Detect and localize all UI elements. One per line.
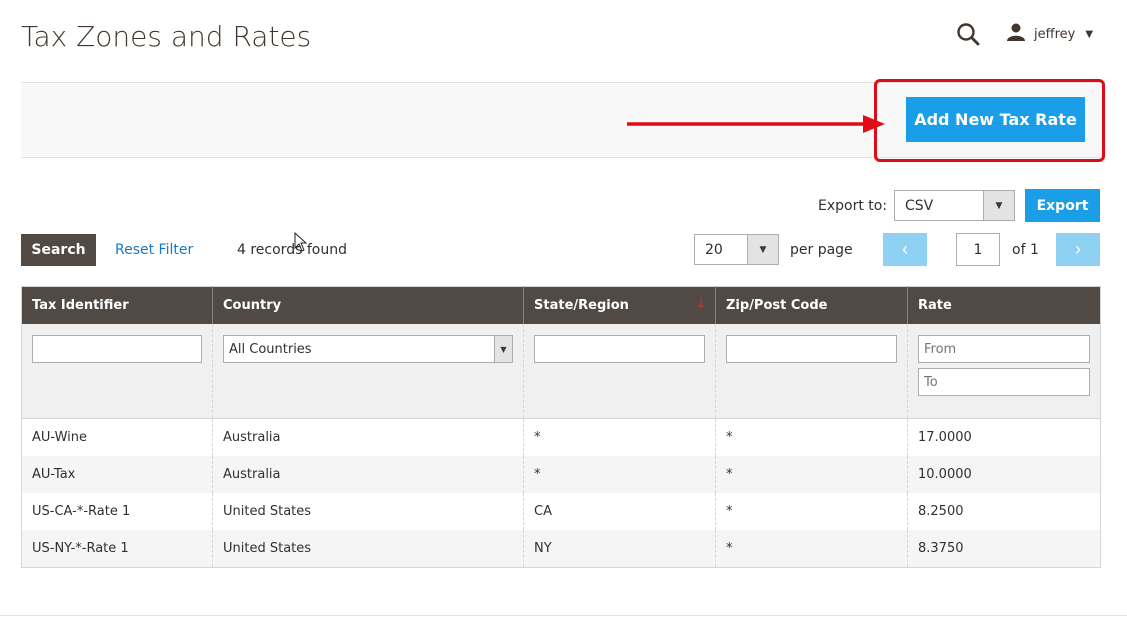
table-cell: * xyxy=(715,530,908,568)
table-row[interactable]: US-CA-*-Rate 1 United States CA * 8.2500 xyxy=(22,493,1101,530)
zip-post-code-filter-input[interactable] xyxy=(726,335,897,363)
chevron-left-icon: ‹ xyxy=(902,239,908,259)
country-filter-value: All Countries xyxy=(229,341,312,357)
user-menu[interactable]: jeffrey ▼ xyxy=(1006,22,1093,46)
username: jeffrey xyxy=(1034,26,1076,42)
table-cell: United States xyxy=(212,530,524,568)
table-cell: * xyxy=(523,418,716,456)
table-cell: 10.0000 xyxy=(907,456,1101,493)
chevron-down-icon: ▼ xyxy=(983,191,1014,220)
table-cell: US-CA-*-Rate 1 xyxy=(32,504,131,519)
grid-header-row: Tax Identifier Country State/Region ↓ Zip… xyxy=(21,286,1101,324)
export-format-select[interactable]: CSV ▼ xyxy=(894,190,1015,221)
country-filter-select[interactable]: All Countries ▼ xyxy=(223,335,513,363)
per-page-value: 20 xyxy=(705,241,723,258)
table-cell: NY xyxy=(523,530,716,568)
table-cell: * xyxy=(715,418,908,456)
chevron-right-icon: › xyxy=(1075,239,1081,259)
add-new-tax-rate-button[interactable]: Add New Tax Rate xyxy=(906,97,1085,142)
table-cell: * xyxy=(523,456,716,493)
export-format-value: CSV xyxy=(905,197,934,214)
next-page-button[interactable]: › xyxy=(1056,233,1100,266)
export-label: Export to: xyxy=(818,198,888,214)
rate-from-input[interactable] xyxy=(918,335,1090,363)
annotation-arrow xyxy=(627,114,889,138)
footer-divider xyxy=(0,615,1127,616)
search-button[interactable]: Search xyxy=(21,234,96,266)
per-page-label: per page xyxy=(790,242,853,258)
rate-to-input[interactable] xyxy=(918,368,1090,396)
table-cell: United States xyxy=(212,493,524,530)
table-cell: CA xyxy=(523,493,716,530)
table-row[interactable]: US-NY-*-Rate 1 United States NY * 8.3750 xyxy=(21,530,1101,568)
table-cell: AU-Wine xyxy=(32,430,87,445)
search-icon[interactable] xyxy=(956,22,982,48)
table-row[interactable]: AU-Tax Australia * * 10.0000 xyxy=(21,456,1101,493)
tax-rates-grid: Tax Identifier Country State/Region ↓ Zip… xyxy=(21,286,1101,568)
user-icon xyxy=(1006,22,1026,46)
filter-row: All Countries ▼ xyxy=(21,324,1101,419)
column-header-tax-identifier[interactable]: Tax Identifier xyxy=(21,286,213,324)
filter-cell xyxy=(523,324,716,419)
filter-cell xyxy=(715,324,908,419)
table-cell: 8.3750 xyxy=(907,530,1101,568)
page-number-input[interactable] xyxy=(956,233,1000,266)
chevron-down-icon: ▼ xyxy=(1085,28,1094,40)
tax-identifier-filter-input[interactable] xyxy=(32,335,202,363)
chevron-down-icon: ▼ xyxy=(494,336,512,362)
table-cell: US-NY-*-Rate 1 xyxy=(21,530,213,568)
page-title: Tax Zones and Rates xyxy=(21,20,312,53)
filter-cell xyxy=(907,324,1101,419)
page-total: of 1 xyxy=(1012,242,1039,258)
export-button[interactable]: Export xyxy=(1025,189,1100,222)
chevron-down-icon: ▼ xyxy=(747,235,778,264)
table-cell: Australia xyxy=(212,456,524,493)
state-region-filter-input[interactable] xyxy=(534,335,705,363)
reset-filter-link[interactable]: Reset Filter xyxy=(115,242,193,258)
table-cell: 8.2500 xyxy=(907,493,1101,530)
per-page-select[interactable]: 20 ▼ xyxy=(694,234,779,265)
column-header-state-region[interactable]: State/Region ↓ xyxy=(523,286,716,324)
table-cell: 17.0000 xyxy=(907,418,1101,456)
filter-cell xyxy=(21,324,213,419)
table-row[interactable]: AU-Wine Australia * * 17.0000 xyxy=(22,418,1101,456)
table-cell: Australia xyxy=(212,418,524,456)
records-found: 4 records found xyxy=(237,242,347,258)
column-header-country[interactable]: Country xyxy=(212,286,524,324)
mouse-cursor-icon xyxy=(294,231,308,256)
column-header-zip-post-code[interactable]: Zip/Post Code xyxy=(715,286,908,324)
table-cell: * xyxy=(715,456,908,493)
column-header-label: State/Region xyxy=(534,298,629,313)
filter-cell: All Countries ▼ xyxy=(212,324,524,419)
table-cell: * xyxy=(715,493,908,530)
table-cell: AU-Tax xyxy=(21,456,213,493)
column-header-rate[interactable]: Rate xyxy=(907,286,1101,324)
previous-page-button[interactable]: ‹ xyxy=(883,233,927,266)
sort-desc-icon: ↓ xyxy=(695,296,707,312)
